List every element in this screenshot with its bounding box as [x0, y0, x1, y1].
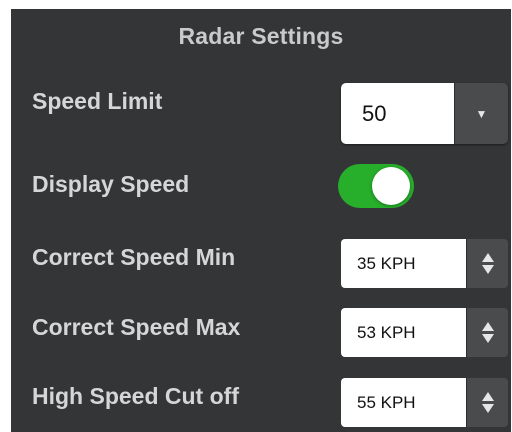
speed-limit-label: Speed Limit [32, 88, 163, 114]
correct-speed-min-stepper[interactable]: 35 KPH [341, 239, 508, 288]
speed-limit-dropdown[interactable]: 50 ▼ [341, 83, 508, 144]
stepper-buttons [466, 378, 508, 427]
high-speed-cut-off-label: High Speed Cut off [32, 383, 239, 409]
display-speed-toggle[interactable] [338, 164, 414, 208]
toggle-knob [372, 167, 410, 205]
chevron-down-icon[interactable]: ▼ [454, 83, 508, 144]
correct-speed-min-label: Correct Speed Min [32, 244, 236, 270]
decrement-arrow-icon[interactable] [481, 334, 494, 343]
increment-arrow-icon[interactable] [481, 322, 494, 331]
high-speed-cut-off-stepper[interactable]: 55 KPH [341, 378, 508, 427]
panel-title: Radar Settings [178, 23, 344, 49]
high-speed-cut-off-value[interactable]: 55 KPH [341, 378, 466, 427]
display-speed-label: Display Speed [32, 171, 190, 197]
radar-settings-panel: Radar Settings Speed Limit 50 ▼ Display … [11, 9, 511, 432]
correct-speed-max-value[interactable]: 53 KPH [341, 308, 466, 357]
stepper-buttons [466, 239, 508, 288]
decrement-arrow-icon[interactable] [481, 265, 494, 274]
stepper-buttons [466, 308, 508, 357]
increment-arrow-icon[interactable] [481, 253, 494, 262]
speed-limit-value: 50 [341, 83, 454, 144]
correct-speed-min-value[interactable]: 35 KPH [341, 239, 466, 288]
decrement-arrow-icon[interactable] [481, 404, 494, 413]
correct-speed-max-stepper[interactable]: 53 KPH [341, 308, 508, 357]
correct-speed-max-label: Correct Speed Max [32, 314, 241, 340]
increment-arrow-icon[interactable] [481, 392, 494, 401]
